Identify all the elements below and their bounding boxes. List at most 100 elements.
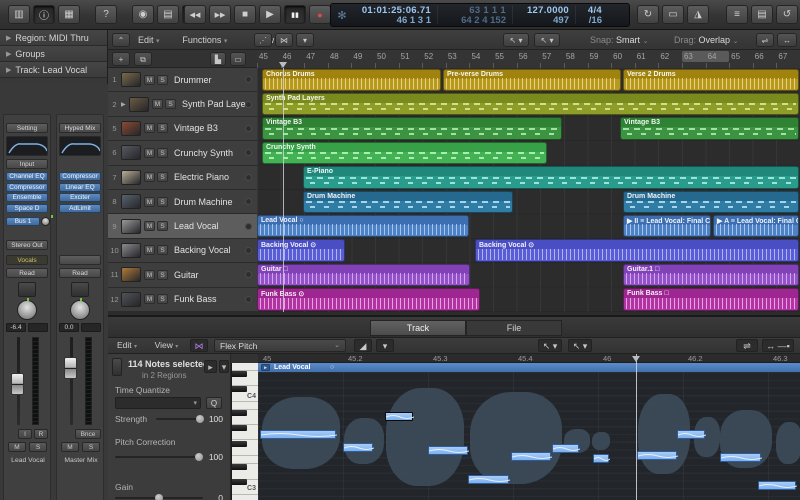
- region-chorus-drums[interactable]: Chorus Drums: [262, 69, 441, 92]
- region-crunchy-synth[interactable]: Crunchy Synth: [262, 142, 547, 165]
- region-pre-verse-drums[interactable]: Pre-verse Drums: [443, 69, 621, 92]
- input-monitor-icon[interactable]: [245, 198, 252, 205]
- waveform-zoom-icon[interactable]: ⇌: [736, 339, 758, 352]
- region-guitar-1[interactable]: Guitar.1 □: [623, 264, 799, 287]
- editor-playhead-handle[interactable]: [632, 356, 640, 362]
- inspector-section-track[interactable]: ▶Track: Lead Vocal: [0, 62, 107, 78]
- region-drum-machine[interactable]: Drum Machine: [303, 191, 513, 214]
- cycle-icon[interactable]: ↻: [637, 5, 659, 24]
- pointer-tool-menu[interactable]: ↖ ▾: [538, 339, 562, 352]
- region-synth-pad-layers[interactable]: Synth Pad Layers: [262, 93, 799, 116]
- editor-menu-edit[interactable]: Edit ▾: [114, 339, 140, 352]
- command-click-tool-menu[interactable]: ↖ ▾: [534, 33, 560, 47]
- channel-setting-button[interactable]: Hyped Mix: [59, 123, 101, 133]
- flex-mode-dropdown[interactable]: Flex Pitch ⌄: [214, 339, 346, 352]
- track-header-funk-bass[interactable]: 12MSFunk Bass: [108, 288, 257, 312]
- solo-button[interactable]: S: [157, 148, 168, 158]
- waveform-zoom-icon[interactable]: ⇌: [756, 33, 774, 47]
- time-quantize-dropdown[interactable]: [115, 397, 201, 409]
- track-header-drum-machine[interactable]: 8MSDrum Machine: [108, 190, 257, 214]
- region-vintage-b3[interactable]: Vintage B3: [620, 117, 799, 140]
- region-lead-vocal-final-co[interactable]: ▶ II ≡ Lead Vocal: Final Co: [623, 215, 711, 238]
- disclosure-triangle-icon[interactable]: ▶: [6, 50, 11, 58]
- lcd-settings-icon[interactable]: ✻: [331, 4, 353, 26]
- input-monitor-icon[interactable]: [245, 149, 252, 156]
- plugin-slot[interactable]: Ensemble: [6, 193, 48, 202]
- region-backing-vocal[interactable]: Backing Vocal ⊙: [257, 239, 345, 262]
- rewind-button[interactable]: ◀◀: [184, 5, 206, 24]
- solo-button[interactable]: S: [157, 172, 168, 182]
- quantize-button[interactable]: Q: [206, 397, 222, 409]
- region-prev-next-button[interactable]: ▸: [204, 360, 217, 373]
- black-key[interactable]: [232, 425, 247, 431]
- autopunch-icon[interactable]: ▭: [662, 5, 684, 24]
- volume-value[interactable]: -6.4: [6, 323, 26, 332]
- solo-button[interactable]: S: [157, 245, 168, 255]
- gain-slider[interactable]: [115, 497, 203, 499]
- lcd-display[interactable]: ✻ 01:01:25:06.71 46 1 3 1 63 1 1 1 64 2 …: [330, 3, 630, 27]
- editor-region-header[interactable]: ▸ Lead Vocal ○: [258, 363, 800, 372]
- mute-button[interactable]: M: [144, 123, 155, 133]
- track-header-electric-piano[interactable]: 7MSElectric Piano: [108, 166, 257, 190]
- black-key[interactable]: [232, 371, 247, 377]
- region-vintage-b3[interactable]: Vintage B3: [262, 117, 562, 140]
- track-height-icon[interactable]: ▭: [230, 52, 246, 66]
- output-slot[interactable]: Stereo Out: [6, 240, 48, 250]
- black-key[interactable]: [232, 386, 247, 392]
- flex-pitch-note[interactable]: [552, 444, 579, 453]
- record-enable-button[interactable]: R: [34, 429, 48, 439]
- region-funk-bass[interactable]: Funk Bass ⊙: [257, 288, 480, 311]
- editor-playhead[interactable]: [636, 354, 637, 500]
- flex-pitch-note[interactable]: [758, 481, 796, 490]
- black-key[interactable]: [232, 479, 247, 485]
- note-pads-icon[interactable]: ▤: [751, 5, 773, 24]
- automation-mode-button[interactable]: Read: [59, 268, 101, 278]
- record-button[interactable]: ●: [309, 5, 331, 24]
- input-monitor-icon[interactable]: [245, 223, 252, 230]
- flex-pitch-note[interactable]: [720, 453, 761, 462]
- eq-thumbnail[interactable]: [59, 136, 101, 156]
- plugin-slot[interactable]: Linear EQ: [59, 183, 101, 192]
- mute-button[interactable]: M: [144, 75, 155, 85]
- arrange-playhead[interactable]: [283, 68, 284, 312]
- solo-button[interactable]: S: [157, 221, 168, 231]
- volume-fader-track[interactable]: [70, 337, 73, 425]
- pause-button[interactable]: ▮▮: [284, 5, 306, 24]
- region-play-icon[interactable]: ▸: [261, 364, 270, 371]
- inspector-section-groups[interactable]: ▶Groups: [0, 46, 107, 62]
- plugin-slot[interactable]: Space D: [6, 204, 48, 213]
- editor-menu-view[interactable]: View ▾: [152, 339, 182, 352]
- flex-pitch-note[interactable]: [385, 412, 413, 421]
- mute-button[interactable]: M: [144, 245, 155, 255]
- track-stack-disclosure-icon[interactable]: ▶: [121, 101, 129, 108]
- flex-pitch-note[interactable]: [260, 430, 336, 439]
- solo-button[interactable]: S: [82, 442, 100, 452]
- bounce-button[interactable]: Bnce: [75, 429, 101, 439]
- flex-pitch-note[interactable]: [637, 451, 677, 460]
- mute-button[interactable]: M: [61, 442, 79, 452]
- list-editors-icon[interactable]: ≡: [726, 5, 748, 24]
- inspector-section-region[interactable]: ▶Region: MIDI Thru: [0, 30, 107, 46]
- track-header-synth-pad-layers[interactable]: 2▶MSSynth Pad Layers: [108, 92, 257, 116]
- solo-button[interactable]: S: [157, 75, 168, 85]
- solo-button[interactable]: S: [165, 99, 176, 109]
- solo-button[interactable]: S: [29, 442, 47, 452]
- solo-button[interactable]: S: [157, 123, 168, 133]
- mute-button[interactable]: M: [152, 99, 163, 109]
- empty-slot[interactable]: [59, 255, 101, 265]
- volume-fader-cap[interactable]: [64, 357, 77, 379]
- flex-pitch-note[interactable]: [468, 475, 509, 484]
- plugin-slot[interactable]: Compressor: [6, 183, 48, 192]
- track-header-backing-vocal[interactable]: 10MSBacking Vocal: [108, 239, 257, 263]
- plugin-slot[interactable]: Compressor: [59, 172, 101, 181]
- track-header-guitar[interactable]: 11MSGuitar: [108, 263, 257, 287]
- duplicate-track-button[interactable]: ⧉: [134, 52, 152, 66]
- volume-value[interactable]: 0.0: [59, 323, 79, 332]
- editor-ruler[interactable]: 4545.245.345.44646.246.3: [258, 354, 800, 363]
- automation-icon[interactable]: ⋰: [254, 33, 272, 47]
- solo-button[interactable]: S: [157, 197, 168, 207]
- mute-button[interactable]: M: [144, 221, 155, 231]
- command-tool-menu[interactable]: ↖ ▾: [568, 339, 592, 352]
- track-header-crunchy-synth[interactable]: 6MSCrunchy Synth: [108, 141, 257, 165]
- input-monitor-icon[interactable]: [245, 271, 252, 278]
